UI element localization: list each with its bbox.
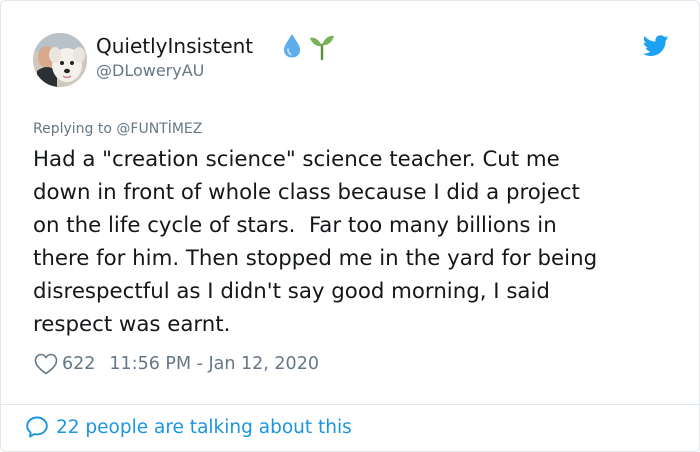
- like-count: 622: [62, 354, 96, 374]
- conversation-link[interactable]: 22 people are talking about this: [25, 415, 352, 439]
- seedling-icon: [308, 31, 334, 61]
- replying-to-label: Replying to: [33, 121, 112, 137]
- droplet-icon: [280, 31, 306, 59]
- speech-bubble-icon: [26, 416, 48, 438]
- tweet-card: QuietlyInsistent @DLoweryAU Replying to …: [0, 0, 700, 452]
- username-handle[interactable]: @DLoweryAU: [96, 61, 204, 80]
- like-button[interactable]: 622: [34, 353, 95, 375]
- tweet-text-line: Had a "creation science" science teacher…: [33, 147, 560, 172]
- avatar[interactable]: [33, 33, 87, 87]
- tweet-metadata: 622 11:56 PM - Jan 12, 2020: [34, 351, 319, 377]
- tweet-text-line: respect was earnt.: [33, 312, 231, 337]
- twitter-bird-icon[interactable]: [642, 35, 669, 57]
- conversation-label: 22 people are talking about this: [56, 416, 352, 438]
- tweet-timestamp[interactable]: 11:56 PM - Jan 12, 2020: [109, 354, 319, 374]
- heart-icon: [34, 353, 58, 375]
- tweet-text-line: disrespectful as I didn't say good morni…: [33, 279, 550, 304]
- replying-to: Replying to @FUNTİMEZ: [33, 121, 202, 137]
- tweet-text-line: there for him. Then stopped me in the ya…: [33, 246, 598, 271]
- tweet-text-line: on the life cycle of stars. Far too many…: [33, 213, 557, 238]
- replying-to-mention[interactable]: @FUNTİMEZ: [116, 121, 202, 137]
- divider: [1, 404, 699, 405]
- display-name[interactable]: QuietlyInsistent: [96, 34, 253, 58]
- tweet-text: Had a "creation science" science teacher…: [33, 143, 683, 341]
- tweet-text-line: down in front of whole class because I d…: [33, 180, 580, 205]
- avatar-photo: [33, 33, 87, 87]
